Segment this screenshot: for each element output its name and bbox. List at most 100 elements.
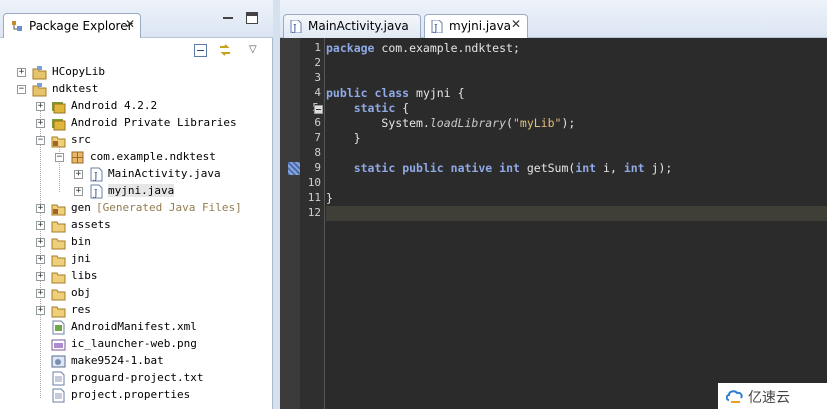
tree-item-res[interactable]: res [0, 302, 273, 319]
tree-item-libs[interactable]: libs [0, 268, 273, 285]
current-line-highlight [326, 206, 827, 221]
project-icon [32, 66, 47, 80]
source-folder-icon [51, 204, 66, 216]
tree-item-obj[interactable]: obj [0, 285, 273, 302]
tree-item-label: Android 4.2.2 [71, 99, 158, 112]
xml-file-icon [52, 320, 65, 335]
line-number: 8 [314, 146, 321, 159]
tree-item-make-bat[interactable]: make9524-1.bat [0, 353, 273, 370]
link-with-editor-icon[interactable] [217, 42, 233, 58]
watermark-label: 亿速云 [748, 390, 790, 406]
code-line-5: static { [353, 101, 410, 115]
expand-icon[interactable] [36, 204, 45, 213]
svg-text:J: J [93, 172, 98, 182]
tree-item-assets[interactable]: assets [0, 217, 273, 234]
tree-item-label: assets [71, 218, 111, 231]
folder-icon [51, 289, 66, 301]
bat-file-icon [51, 355, 66, 368]
tree-item-android-4-2-2[interactable]: Android 4.2.2 [0, 98, 273, 115]
tree-item-myjni-java[interactable]: J myjni.java [0, 183, 273, 200]
line-number: 12 [307, 206, 321, 219]
expand-icon[interactable] [36, 238, 45, 247]
tree-item-label: src [71, 133, 91, 146]
minimize-icon[interactable] [222, 12, 234, 24]
folder-icon [51, 238, 66, 250]
close-icon[interactable]: ✕ [125, 17, 135, 31]
java-file-icon: J [431, 20, 443, 33]
tree-item-android-manifest[interactable]: AndroidManifest.xml [0, 319, 273, 336]
expand-icon[interactable] [36, 306, 45, 315]
collapse-icon[interactable] [17, 85, 26, 94]
line-number: 4 [314, 86, 321, 99]
tree-item-ic-launcher[interactable]: ic_launcher-web.png [0, 336, 273, 353]
package-explorer-view: Package Explorer ✕ ▽ HCopyLib ndktest An… [0, 0, 273, 409]
editor-tabbar: J MainActivity.java J myjni.java ✕ [280, 0, 827, 38]
expand-icon[interactable] [74, 187, 83, 196]
expand-icon[interactable] [36, 255, 45, 264]
code-line-6: System.loadLibrary("myLib"); [381, 116, 576, 130]
tree-item-label: bin [71, 235, 91, 248]
code-line-7: } [353, 131, 361, 145]
package-explorer-tab[interactable]: Package Explorer ✕ [3, 13, 141, 38]
collapse-all-icon[interactable] [194, 44, 207, 57]
tree-item-android-private-libraries[interactable]: Android Private Libraries [0, 115, 273, 132]
package-icon [71, 151, 84, 164]
tree-item-hcopylib[interactable]: HCopyLib [0, 64, 273, 81]
tree-item-bin[interactable]: bin [0, 234, 273, 251]
tree-item-proguard[interactable]: proguard-project.txt [0, 370, 273, 387]
tab-label: MainActivity.java [308, 19, 409, 33]
editor-area: J MainActivity.java J myjni.java ✕ 1 2 3… [280, 0, 827, 409]
collapse-icon[interactable] [55, 153, 64, 162]
expand-icon[interactable] [36, 221, 45, 230]
expand-icon[interactable] [74, 170, 83, 179]
line-number: 7 [314, 131, 321, 144]
view-menu-icon[interactable]: ▽ [249, 44, 257, 55]
tree-item-package[interactable]: com.example.ndktest [0, 149, 273, 166]
code-line-11: } [326, 191, 333, 205]
tree-item-label: make9524-1.bat [71, 354, 164, 367]
tree-item-ndktest[interactable]: ndktest [0, 81, 273, 98]
tree-item-label: libs [71, 269, 98, 282]
line-number-gutter: 1 2 3 4 5 6 7 8 9 10 11 12 [300, 38, 325, 409]
tree-item-label: MainActivity.java [108, 167, 221, 180]
folder-icon [51, 306, 66, 318]
tree-item-label: jni [71, 252, 91, 265]
tree-item-label: ic_launcher-web.png [71, 337, 197, 350]
tree-item-project-properties[interactable]: project.properties [0, 387, 273, 404]
tree-item-label: obj [71, 286, 91, 299]
tree-item-src[interactable]: src [0, 132, 273, 149]
text-file-icon [52, 388, 65, 403]
tab-myjni-java[interactable]: J myjni.java ✕ [424, 14, 528, 38]
tree-item-gen[interactable]: gen [Generated Java Files] [0, 200, 273, 217]
tab-mainactivity-java[interactable]: J MainActivity.java [283, 14, 421, 38]
line-number: 10 [307, 176, 321, 189]
expand-icon[interactable] [36, 102, 45, 111]
close-icon[interactable]: ✕ [511, 17, 521, 31]
maximize-icon[interactable] [246, 12, 258, 24]
tree-item-label: Android Private Libraries [71, 116, 237, 129]
code-editor[interactable]: 1 2 3 4 5 6 7 8 9 10 11 12 package com.e… [280, 38, 827, 409]
tree-item-label: com.example.ndktest [90, 150, 216, 163]
tree-item-mainactivity-java[interactable]: J MainActivity.java [0, 166, 273, 183]
expand-icon[interactable] [36, 289, 45, 298]
package-explorer-tabbar: Package Explorer ✕ [0, 0, 273, 38]
tree-item-decoration: [Generated Java Files] [96, 201, 242, 214]
line-number: 11 [307, 191, 321, 204]
line-number: 3 [314, 71, 321, 84]
tree-item-jni[interactable]: jni [0, 251, 273, 268]
library-icon [52, 119, 66, 131]
java-file-icon: J [90, 167, 103, 182]
code-line-1: package com.example.ndktest; [326, 41, 520, 55]
fold-collapse-icon[interactable] [314, 105, 323, 114]
expand-icon[interactable] [36, 119, 45, 128]
tree-item-label: project.properties [71, 388, 191, 401]
tree-item-label: res [71, 303, 91, 316]
tree-item-label: gen [71, 201, 91, 214]
cloud-logo-icon [726, 390, 743, 403]
code-line-4: public class myjni { [326, 86, 465, 100]
expand-icon[interactable] [17, 68, 26, 77]
expand-icon[interactable] [36, 272, 45, 281]
folder-icon [51, 221, 66, 233]
collapse-icon[interactable] [36, 136, 45, 145]
line-number: 6 [314, 116, 321, 129]
